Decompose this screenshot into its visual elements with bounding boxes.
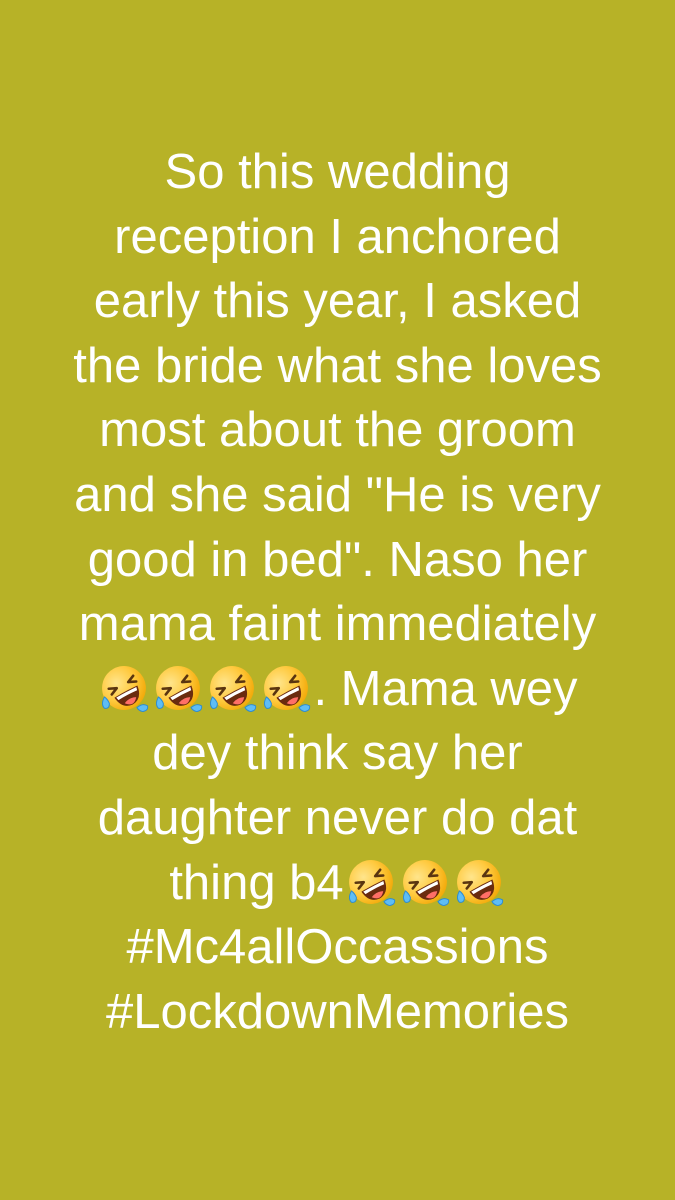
rolling-on-the-floor-laughing-icon: [152, 662, 204, 714]
story-line-10: dey think say her: [152, 726, 523, 781]
story-line-4: the bride what she loves: [73, 338, 602, 393]
rolling-on-the-floor-laughing-icon: [260, 662, 312, 714]
rolling-on-the-floor-laughing-icon: [98, 662, 150, 714]
story-line-12-text: thing b4: [169, 855, 344, 910]
story-line-9-text: . Mama wey: [313, 661, 578, 716]
story-line-11: daughter never do dat: [97, 790, 578, 845]
story-line-1: So this wedding: [164, 145, 511, 199]
story-line-7: good in bed". Naso her: [87, 532, 588, 587]
story-line-3: early this year, I asked: [93, 274, 582, 329]
story-line-5: most about the groom: [99, 403, 576, 458]
hashtag-lockdownmemories[interactable]: #LockdownMemories: [0, 980, 675, 1045]
rolling-on-the-floor-laughing-icon: [453, 856, 505, 908]
story-line-9: . Mama wey: [0, 657, 675, 722]
rolling-on-the-floor-laughing-icon: [206, 662, 258, 714]
story-line-2: reception I anchored: [114, 209, 561, 264]
story-line-8: mama faint immediately: [78, 597, 597, 652]
rolling-on-the-floor-laughing-icon: [399, 856, 451, 908]
status-post-canvas: So this wedding reception I anchored ear…: [0, 0, 675, 1200]
rolling-on-the-floor-laughing-icon: [345, 856, 397, 908]
status-text: So this wedding reception I anchored ear…: [0, 140, 675, 1044]
hashtag-mc4alloccassions[interactable]: #Mc4allOccassions: [0, 915, 675, 980]
story-line-6: and she said "He is very: [74, 467, 601, 522]
story-line-12: thing b4: [0, 851, 675, 916]
